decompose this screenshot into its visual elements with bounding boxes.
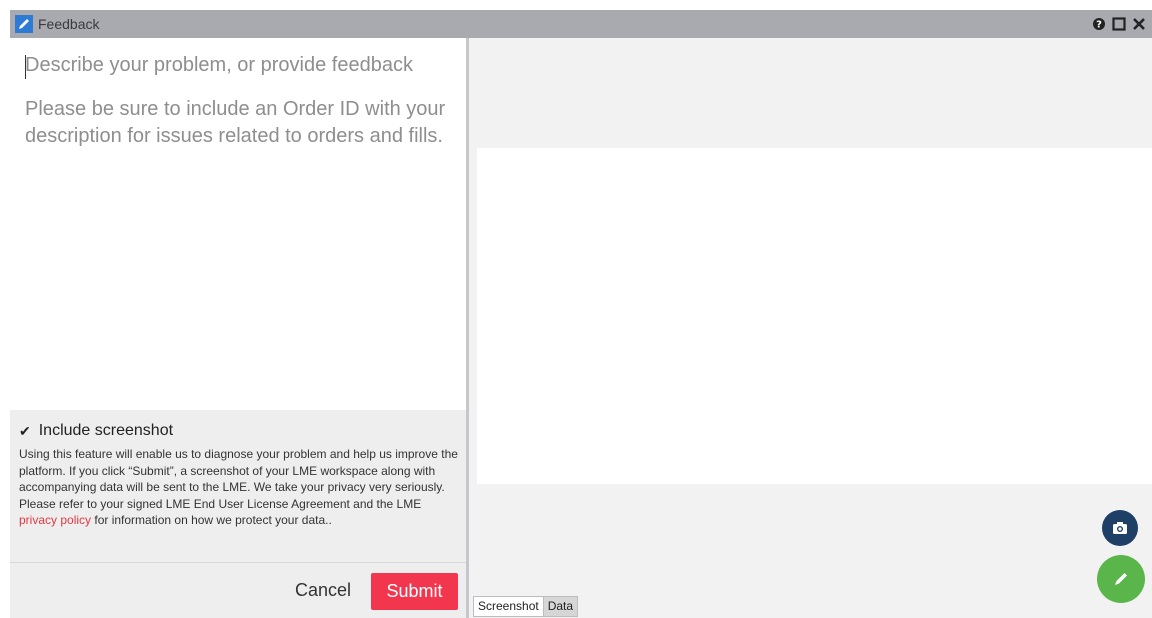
- maximize-icon[interactable]: [1111, 16, 1127, 32]
- capture-screenshot-button[interactable]: [1102, 510, 1138, 546]
- feedback-placeholder-primary: Describe your problem, or provide feedba…: [25, 54, 413, 76]
- action-bar: Cancel Submit: [10, 562, 466, 618]
- checkmark-icon[interactable]: ✔: [19, 423, 31, 440]
- screenshot-consent-section: ✔ Include screenshot Using this feature …: [10, 410, 466, 562]
- feedback-placeholder-hint: Please be sure to include an Order ID wi…: [25, 98, 446, 147]
- privacy-notice-text-end: for information on how we protect your d…: [91, 513, 332, 527]
- include-screenshot-label[interactable]: Include screenshot: [39, 422, 173, 440]
- pencil-icon: [1115, 573, 1127, 585]
- annotate-button[interactable]: [1097, 555, 1145, 603]
- pencil-icon: [15, 15, 33, 33]
- window-title: Feedback: [38, 16, 100, 32]
- preview-tabs: Screenshot Data: [473, 596, 579, 617]
- include-screenshot-checkbox[interactable]: ✔ Include screenshot: [19, 422, 173, 440]
- tab-screenshot[interactable]: Screenshot: [473, 596, 544, 617]
- privacy-policy-link[interactable]: privacy policy: [19, 513, 91, 527]
- tab-data[interactable]: Data: [543, 596, 579, 617]
- feedback-textarea[interactable]: Describe your problem, or provide feedba…: [10, 38, 466, 410]
- feedback-panel: Describe your problem, or provide feedba…: [10, 38, 469, 618]
- window-titlebar: Feedback ?: [10, 10, 1152, 38]
- help-icon[interactable]: ?: [1091, 16, 1107, 32]
- camera-icon: [1113, 522, 1127, 534]
- privacy-notice-text: Using this feature will enable us to dia…: [19, 447, 458, 511]
- screenshot-preview-panel: Screenshot Data: [469, 38, 1152, 618]
- close-icon[interactable]: [1131, 16, 1147, 32]
- cancel-button[interactable]: Cancel: [295, 580, 351, 601]
- submit-button[interactable]: Submit: [371, 573, 458, 610]
- screenshot-preview: [477, 148, 1152, 484]
- privacy-notice: Using this feature will enable us to dia…: [19, 446, 459, 529]
- svg-text:?: ?: [1096, 20, 1102, 31]
